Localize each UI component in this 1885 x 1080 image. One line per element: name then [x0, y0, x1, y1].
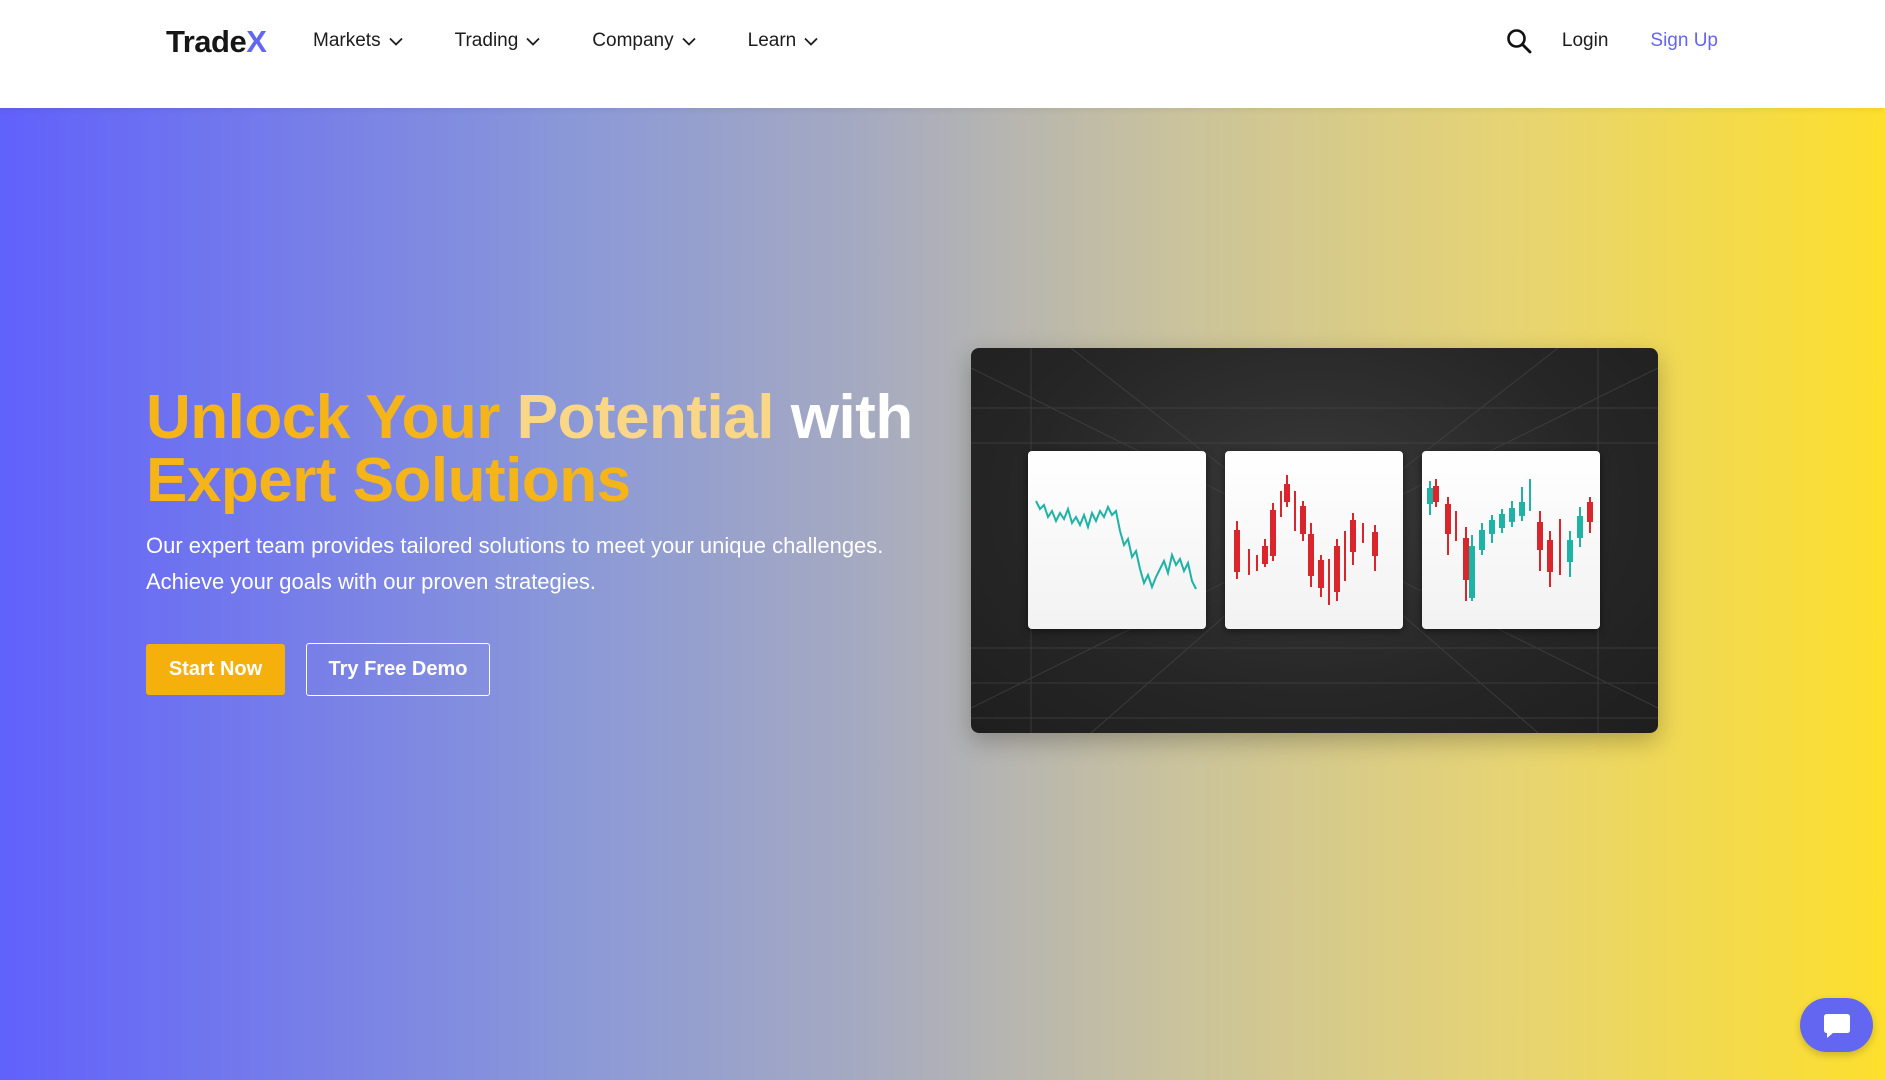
chevron-down-icon [388, 37, 403, 46]
main-nav: Markets Trading Company Learn [313, 26, 870, 56]
start-now-button[interactable]: Start Now [146, 644, 285, 695]
hero-subtext: Our expert team provides tailored soluti… [146, 528, 946, 600]
logo-x: X [246, 24, 267, 59]
chart-panel-candles-mixed [1422, 451, 1600, 629]
hero-section: Unlock Your Potential with Expert Soluti… [0, 108, 1885, 1080]
tradex-logo[interactable]: TradeX [166, 24, 267, 60]
chat-bubble-icon [1823, 1014, 1850, 1038]
try-free-demo-button[interactable]: Try Free Demo [306, 643, 490, 696]
chart-panel-line [1028, 451, 1206, 629]
headline-part1: Unlock Your [146, 383, 500, 452]
headline-part4: Expert Solutions [146, 446, 631, 515]
nav-item-company[interactable]: Company [592, 26, 696, 56]
search-icon [1507, 29, 1532, 54]
chart-panel-candles-red [1225, 451, 1403, 629]
nav-item-trading[interactable]: Trading [455, 26, 541, 56]
subtext-line1: Our expert team provides tailored soluti… [146, 533, 884, 558]
chevron-down-icon [681, 37, 696, 46]
signup-link[interactable]: Sign Up [1650, 30, 1718, 52]
nav-item-learn[interactable]: Learn [748, 26, 819, 56]
chevron-down-icon [804, 37, 818, 46]
chat-button[interactable] [1800, 998, 1873, 1052]
candlestick-chart-graphic [1234, 475, 1378, 605]
candlestick-chart-graphic [1427, 479, 1593, 601]
nav-item-label: Trading [454, 30, 519, 51]
login-link[interactable]: Login [1562, 30, 1609, 52]
top-navbar: TradeX Markets Trading Company Learn Log… [0, 0, 1885, 108]
nav-item-label: Company [592, 30, 674, 51]
headline-part3: with [790, 383, 913, 452]
nav-item-label: Learn [747, 30, 797, 51]
headline-part2: Potential [516, 383, 775, 452]
chevron-down-icon [526, 37, 540, 46]
hero-headline: Unlock Your Potential with Expert Soluti… [146, 386, 946, 512]
line-chart-graphic [1035, 500, 1197, 590]
subtext-line2: Achieve your goals with our proven strat… [146, 569, 597, 594]
logo-text: Trade [166, 24, 247, 59]
nav-item-markets[interactable]: Markets [313, 26, 403, 56]
nav-item-label: Markets [313, 30, 381, 51]
chart-preview-image [971, 348, 1658, 733]
search-button[interactable] [1504, 26, 1534, 56]
nav-actions: Login Sign Up [1504, 26, 1718, 56]
